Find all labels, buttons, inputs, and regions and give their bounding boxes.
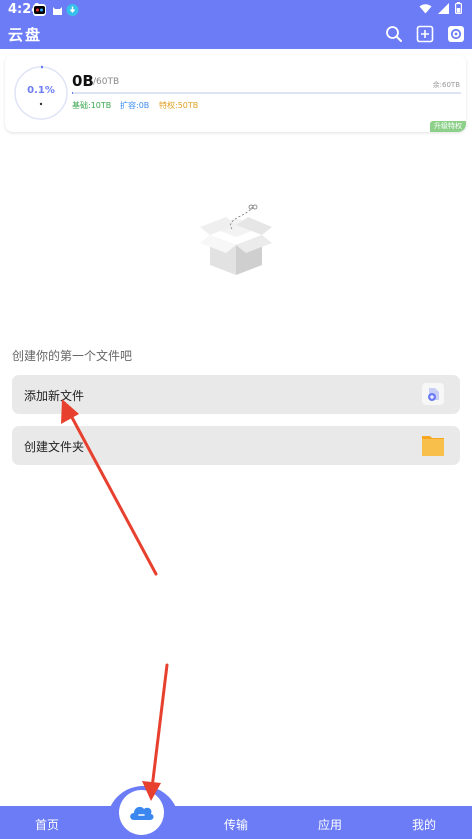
folder-icon xyxy=(422,434,444,456)
storage-remaining: 余:60TB xyxy=(432,81,460,89)
app-title: 云盘 xyxy=(8,26,43,44)
add-new-file-button[interactable]: 添加新文件 xyxy=(12,375,460,414)
bottom-nav: 首页 传输 应用 我的 xyxy=(0,806,472,839)
empty-box-illustration xyxy=(200,204,272,275)
storage-card[interactable]: 0.1% 0B /60TB 余:60TB 基础:10TB 扩容:0B 特权:50… xyxy=(5,55,466,132)
quota-privilege: 特权:50TB xyxy=(159,101,199,110)
nav-home[interactable]: 首页 xyxy=(27,816,67,833)
settings-icon[interactable] xyxy=(447,25,465,43)
create-folder-button[interactable]: 创建文件夹 xyxy=(12,426,460,465)
add-new-file-label: 添加新文件 xyxy=(24,389,85,403)
arrow-to-cloud xyxy=(142,663,169,801)
add-file-icon xyxy=(422,383,444,405)
storage-total: /60TB xyxy=(93,77,120,87)
notification-app-icon xyxy=(33,4,46,16)
storage-progress-bar xyxy=(72,92,461,94)
add-icon[interactable] xyxy=(416,25,434,43)
battery-icon xyxy=(455,2,463,18)
storage-progress-fill xyxy=(72,92,74,94)
quota-expanded: 扩容:0B xyxy=(120,101,150,110)
nav-cloud-button[interactable] xyxy=(119,790,164,835)
create-folder-label: 创建文件夹 xyxy=(24,440,85,454)
status-bar: 4:24 xyxy=(0,0,472,20)
storage-used: 0B xyxy=(72,72,94,90)
empty-state-prompt: 创建你的第一个文件吧 xyxy=(12,349,133,363)
search-icon[interactable] xyxy=(385,25,403,43)
wifi-icon xyxy=(419,3,432,18)
nav-apps[interactable]: 应用 xyxy=(310,816,350,833)
upgrade-privilege-button[interactable]: 升级特权 xyxy=(430,121,466,132)
signal-icon xyxy=(438,2,449,18)
cloud-icon xyxy=(128,800,155,828)
status-indicators xyxy=(419,2,463,18)
notification-cat-icon xyxy=(51,4,64,16)
quota-basic: 基础:10TB xyxy=(72,101,112,110)
nav-transfer[interactable]: 传输 xyxy=(216,816,256,833)
nav-mine[interactable]: 我的 xyxy=(404,816,444,833)
download-status-icon xyxy=(66,4,79,16)
storage-percent: 0.1% xyxy=(27,85,55,96)
app-header: 4:24 云盘 xyxy=(0,0,472,49)
